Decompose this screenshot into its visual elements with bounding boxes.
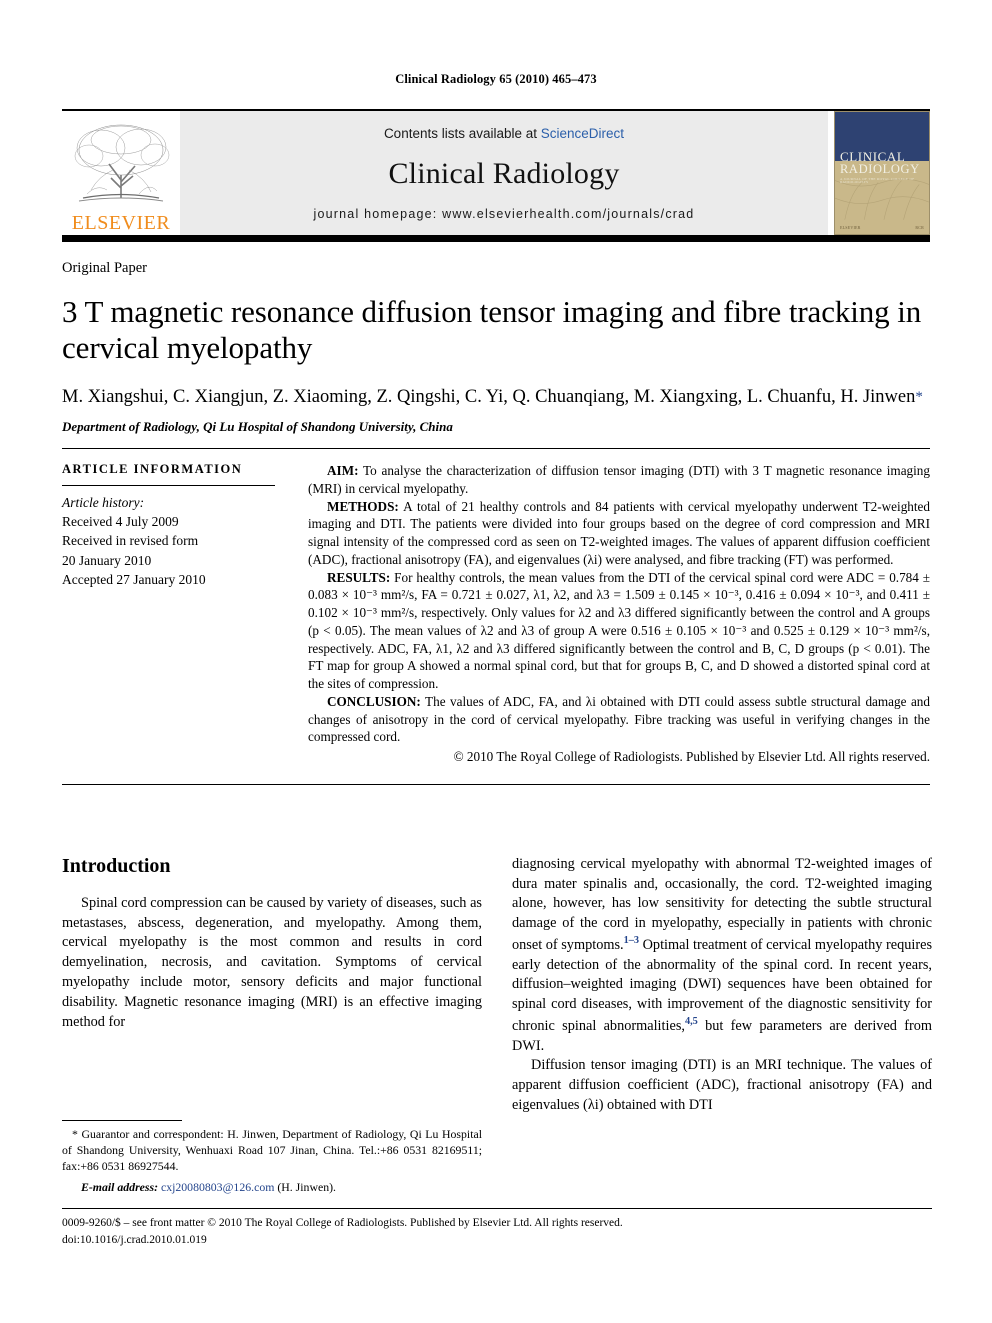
author-names: M. Xiangshui, C. Xiangjun, Z. Xiaoming, … — [62, 386, 916, 407]
footnote-text: * Guarantor and correspondent: H. Jinwen… — [62, 1126, 482, 1174]
masthead-bottom-rule — [62, 235, 930, 242]
abstract-methods: METHODS: A total of 21 healthy controls … — [308, 498, 930, 569]
body-column-right: diagnosing cervical myelopathy with abno… — [512, 855, 932, 1116]
article-body: Introduction Spinal cord compression can… — [62, 855, 932, 1116]
masthead-banner: Contents lists available at ScienceDirec… — [180, 111, 828, 235]
cover-title: CLINICAL RADIOLOGY A JOURNAL OF THE ROYA… — [840, 150, 923, 185]
abstract-top-rule — [62, 448, 930, 450]
cover-subtitle: A JOURNAL OF THE ROYAL COLLEGE OF RADIOL… — [840, 177, 915, 185]
abstract-section: ARTICLE INFORMATION Article history: Rec… — [62, 462, 930, 766]
abstract-conclusion: CONCLUSION: The values of ADC, FA, and λ… — [308, 693, 930, 746]
contents-list-line: Contents lists available at ScienceDirec… — [384, 126, 624, 141]
article-history-item: Received 4 July 2009 — [62, 514, 179, 530]
footnote-detail: Guarantor and correspondent: H. Jinwen, … — [62, 1127, 482, 1174]
sciencedirect-link[interactable]: ScienceDirect — [541, 126, 624, 141]
cover-foot-right: RCR — [915, 225, 924, 230]
elsevier-tree-icon — [74, 124, 170, 202]
email-address-link[interactable]: cxj20080803@126.com — [161, 1180, 274, 1194]
colophon-rule — [62, 1208, 932, 1209]
section-heading-introduction: Introduction — [62, 854, 171, 877]
article-information-heading: ARTICLE INFORMATION — [62, 462, 243, 477]
abstract-methods-label: METHODS: — [327, 498, 399, 514]
footnote-body: * Guarantor and correspondent: H. Jinwen… — [62, 1126, 482, 1174]
introduction-paragraph-right-2: Diffusion tensor imaging (DTI) is an MRI… — [512, 1057, 932, 1113]
elsevier-logo: ELSEVIER — [62, 111, 180, 235]
contents-prefix: Contents lists available at — [383, 126, 541, 141]
citation-ref-1[interactable]: 1–3 — [624, 935, 639, 946]
correspondence-footnote: * Guarantor and correspondent: H. Jinwen… — [62, 1120, 482, 1195]
abstract-aim-label: AIM: — [327, 463, 359, 479]
article-history-item: Accepted 27 January 2010 — [62, 571, 206, 587]
abstract-bottom-rule — [62, 783, 930, 785]
affiliation: Department of Radiology, Qi Lu Hospital … — [62, 419, 453, 435]
colophon-line-2[interactable]: doi:10.1016/j.crad.2010.01.019 — [62, 1232, 762, 1249]
cover-foot-left: ELSEVIER — [840, 225, 861, 230]
colophon-line-1: 0009-9260/$ – see front matter © 2010 Th… — [62, 1217, 623, 1229]
corresponding-author-marker: * — [915, 388, 923, 405]
email-label: E-mail address: — [81, 1180, 159, 1195]
cover-footer: ELSEVIER RCR — [840, 225, 924, 230]
article-information-rule — [62, 485, 275, 487]
abstract-methods-text: A total of 21 healthy controls and 84 pa… — [308, 498, 930, 567]
author-list: M. Xiangshui, C. Xiangjun, Z. Xiaoming, … — [62, 385, 930, 410]
body-column-left: Introduction Spinal cord compression can… — [62, 855, 482, 1116]
citation-ref-2[interactable]: 4,5 — [685, 1016, 698, 1027]
article-history-label: Article history: — [62, 495, 145, 511]
abstract-aim: AIM: To analyse the characterization of … — [308, 462, 930, 498]
email-suffix: (H. Jinwen). — [274, 1180, 336, 1195]
introduction-paragraph-right-1: diagnosing cervical myelopathy with abno… — [512, 855, 932, 1057]
footnote-rule — [62, 1120, 182, 1121]
article-type: Original Paper — [62, 260, 147, 276]
abstract-body: AIM: To analyse the characterization of … — [308, 462, 930, 766]
abstract-results: RESULTS: For healthy controls, the mean … — [308, 569, 930, 693]
journal-masthead: ELSEVIER Contents lists available at Sci… — [62, 111, 930, 235]
running-head: Clinical Radiology 65 (2010) 465–473 — [395, 72, 597, 86]
abstract-conclusion-label: CONCLUSION: — [327, 693, 421, 709]
abstract-results-text: For healthy controls, the mean values fr… — [308, 569, 930, 692]
article-title: 3 T magnetic resonance diffusion tensor … — [62, 294, 922, 366]
colophon: 0009-9260/$ – see front matter © 2010 Th… — [62, 1208, 932, 1249]
introduction-paragraph-left: Spinal cord compression can be caused by… — [62, 894, 482, 1030]
journal-title: Clinical Radiology — [388, 157, 620, 190]
journal-cover-thumbnail: CLINICAL RADIOLOGY A JOURNAL OF THE ROYA… — [834, 111, 930, 235]
article-history-item: 20 January 2010 — [62, 552, 152, 568]
abstract-copyright: © 2010 The Royal College of Radiologists… — [453, 749, 930, 765]
elsevier-wordmark: ELSEVIER — [71, 212, 171, 234]
abstract-results-label: RESULTS: — [327, 569, 391, 585]
email-line: E-mail address: cxj20080803@126.com (H. … — [62, 1180, 482, 1195]
journal-article-page: Clinical Radiology 65 (2010) 465–473 ELS… — [0, 0, 992, 1323]
cover-title-line2: RADIOLOGY — [840, 162, 920, 177]
abstract-aim-text: To analyse the characterization of diffu… — [308, 463, 930, 496]
article-information-panel: ARTICLE INFORMATION Article history: Rec… — [62, 462, 308, 766]
article-history-item: Received in revised form — [62, 533, 199, 549]
journal-homepage-line[interactable]: journal homepage: www.elsevierhealth.com… — [314, 207, 695, 221]
